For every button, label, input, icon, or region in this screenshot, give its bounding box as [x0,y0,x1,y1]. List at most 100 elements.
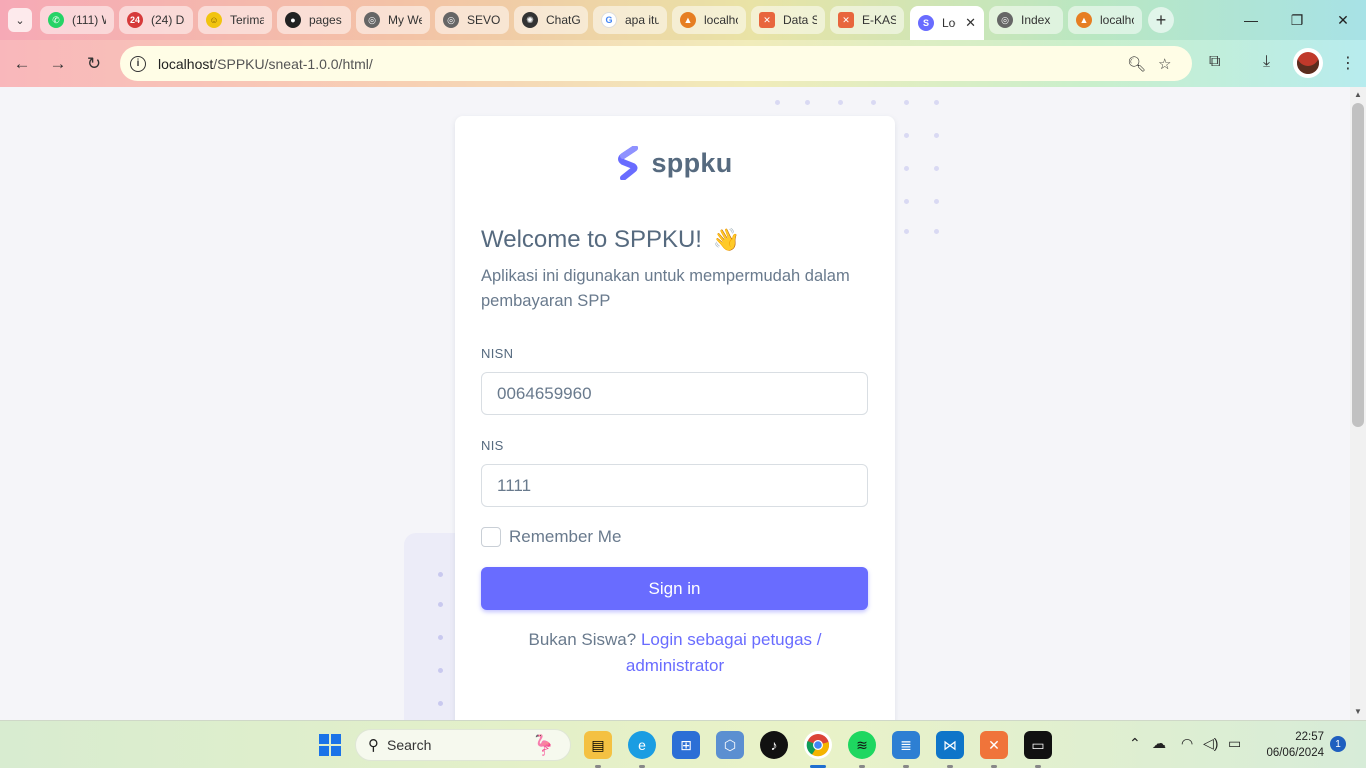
chevron-up-icon[interactable]: ⌃ [1129,735,1141,752]
back-button[interactable]: ← [8,50,36,78]
footer-prefix: Bukan Siswa? [528,630,637,649]
close-icon[interactable]: ✕ [965,15,976,31]
browser-tab[interactable]: ✕ Data Siswa [751,6,825,34]
admin-login-link[interactable]: Login sebagai petugas / administrator [626,630,822,675]
store-icon[interactable]: ⊞ [672,731,700,759]
taskbar-search[interactable]: ⚲ Search 🦩 [355,729,571,761]
sign-in-button[interactable]: Sign in [481,567,868,610]
site-info-icon[interactable]: i [130,55,146,72]
tab-title: apa itu [625,13,659,27]
tiktok-icon[interactable]: ♪ [760,731,788,759]
browser-tab[interactable]: ✆ (111) WhatsApp [40,6,114,34]
close-window-button[interactable]: ✕ [1320,0,1366,40]
arrow-left-icon: ← [13,54,31,73]
nis-label: NIS [481,438,504,453]
tab-title: My Website [388,13,422,27]
file-explorer-icon[interactable]: ▤ [584,731,612,759]
extensions-icon[interactable]: ⧉ [1209,53,1220,71]
phpmyadmin-icon: ▲ [1076,12,1092,28]
clock[interactable]: 22:57 06/06/2024 [1258,729,1324,761]
zoom-icon[interactable]: 🔍︎ [1127,55,1146,73]
forward-button[interactable]: → [44,50,72,78]
minimize-button[interactable]: — [1228,0,1274,40]
reload-button[interactable]: ↻ [80,50,108,78]
nisn-field[interactable]: 0064659960 [481,372,868,415]
restore-button[interactable]: ❐ [1274,0,1320,40]
star-icon[interactable]: ☆ [1158,55,1171,73]
remember-me-label[interactable]: Remember Me [509,527,621,547]
avatar[interactable] [1293,48,1323,78]
edge-icon[interactable]: e [628,731,656,759]
nis-field[interactable]: 1111 [481,464,868,507]
browser-tab[interactable]: G apa itu [593,6,667,34]
browser-tab[interactable]: ✺ ChatGPT [514,6,588,34]
scroll-up-icon[interactable]: ▲ [1354,90,1362,99]
browser-tab[interactable]: ◎ Index [989,6,1063,34]
tab-title: pages [309,13,342,27]
scroll-down-icon[interactable]: ▼ [1354,707,1362,716]
windows-icon [319,734,341,756]
page-viewport: sppku Welcome to SPPKU! 👋 Aplikasi ini d… [0,87,1350,720]
decoration-dot [904,100,909,105]
chatgpt-icon: ✺ [522,12,538,28]
volume-icon[interactable]: ◁) [1203,735,1218,752]
nisn-value: 0064659960 [497,383,592,403]
alternate-login: Bukan Siswa? Login sebagai petugas / adm… [495,627,855,679]
menu-icon[interactable]: ⋮ [1340,53,1356,73]
whatsapp-icon: ✆ [48,12,64,28]
tab-title: ChatGPT [546,13,580,27]
decoration-dot [934,100,939,105]
tab-search-button[interactable]: ⌄ [8,8,32,32]
chrome-icon[interactable] [804,731,832,759]
terminal-icon[interactable]: ▭ [1024,731,1052,759]
vscode-icon[interactable]: ⋈ [936,731,964,759]
notepad-icon[interactable]: ≣ [892,731,920,759]
browser-tab[interactable]: ◎ My Website [356,6,430,34]
clock-time: 22:57 [1295,731,1324,743]
browser-tab[interactable]: ▲ localhost [1068,6,1142,34]
page-scrollbar[interactable]: ▲ ▼ [1350,87,1366,720]
subtitle: Aplikasi ini digunakan untuk mempermudah… [481,267,850,310]
globe-icon: ◎ [443,12,459,28]
emoji-icon: ☺ [206,12,222,28]
browser-tab[interactable]: ☺ Terima kasih [198,6,272,34]
scrollbar-thumb[interactable] [1352,103,1364,427]
tab-title: Login [942,16,956,30]
search-highlight-icon: 🦩 [531,734,556,757]
app-cube-icon[interactable]: ⬡ [716,731,744,759]
login-card: sppku Welcome to SPPKU! 👋 Aplikasi ini d… [455,116,895,720]
tab-title: Index [1021,13,1051,27]
decoration-dot [871,100,876,105]
browser-tab[interactable]: ◎ SEVOLA [435,6,509,34]
remember-me-checkbox[interactable] [481,527,501,547]
browser-tab[interactable]: ✕ E-KAS [830,6,904,34]
search-icon: ⚲ [368,737,379,754]
decoration-dot [934,133,939,138]
restore-icon: ❐ [1290,11,1304,28]
start-button[interactable] [316,731,344,759]
decoration-dot [904,229,909,234]
browser-tab[interactable]: ▲ localhost [672,6,746,34]
spotify-icon[interactable]: ≋ [848,731,876,759]
sign-in-label: Sign in [648,578,701,598]
url-host: localhost [158,55,214,72]
wifi-icon[interactable]: ◠ [1181,735,1193,752]
chevron-down-icon: ⌄ [15,14,25,27]
xampp-icon[interactable]: ✕ [980,731,1008,759]
notification-badge[interactable]: 1 [1330,736,1346,752]
address-bar[interactable]: i localhost/SPPKU/sneat-1.0.0/html/ 🔍︎ ☆ [120,46,1192,81]
browser-tab-active[interactable]: S Login ✕ [910,6,984,40]
battery-icon[interactable]: ▭ [1228,735,1241,752]
reload-icon: ↻ [86,54,102,73]
decoration-dot [438,572,443,577]
decoration-dots [438,572,448,712]
browser-tab-strip: ⌄ ✆ (111) WhatsApp 24 (24) Dashboard ☺ T… [0,0,1366,40]
onedrive-icon[interactable]: ☁ [1152,735,1166,752]
new-tab-button[interactable]: + [1148,7,1174,33]
sppku-icon: S [918,15,934,31]
decoration-dot [904,133,909,138]
tab-title: localhost [1100,13,1134,27]
download-icon[interactable]: ⤓ [1263,53,1270,71]
browser-tab[interactable]: ● pages [277,6,351,34]
browser-tab[interactable]: 24 (24) Dashboard [119,6,193,34]
